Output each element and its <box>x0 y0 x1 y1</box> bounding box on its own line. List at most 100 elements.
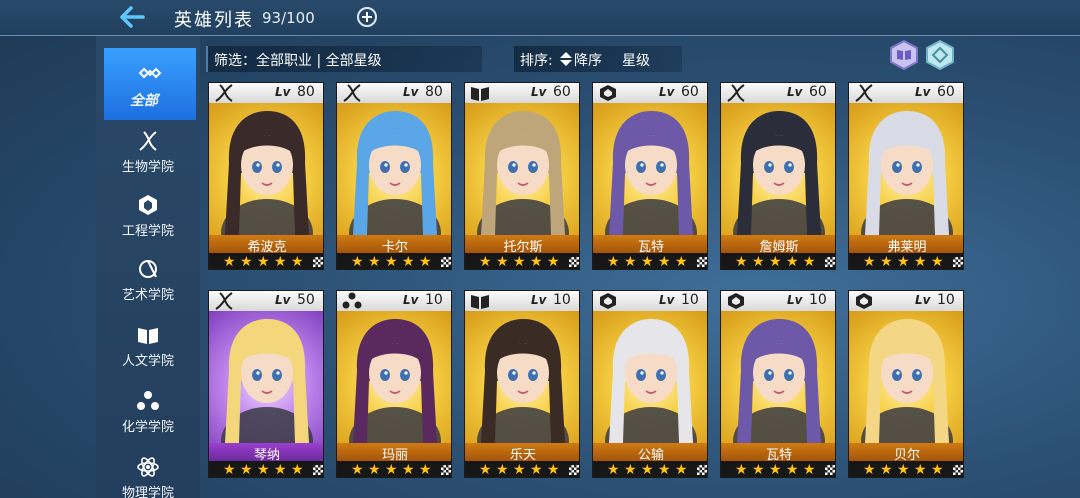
star-icon: ★ <box>479 462 492 478</box>
checker-badge-icon <box>953 465 963 475</box>
star-icon: ★ <box>607 462 620 478</box>
level-prefix: Lv <box>275 293 291 307</box>
star-icon: ★ <box>274 254 287 270</box>
hero-level: 60 <box>937 84 955 100</box>
star-rating: ★ ★ ★ ★ ★ <box>465 253 579 270</box>
hero-name-bar: 瓦特 <box>721 443 835 463</box>
hero-card[interactable]: Lv 60 瓦特 ★ ★ ★ ★ ★ <box>592 82 708 270</box>
sort-control[interactable]: 排序: 降序 星级 <box>514 46 682 72</box>
hero-card[interactable]: Lv 80 希波克 ★ ★ ★ ★ ★ <box>208 82 324 270</box>
dna-icon <box>139 131 157 151</box>
star-icon: ★ <box>402 462 415 478</box>
card-header: Lv 60 <box>849 83 963 103</box>
checker-badge-icon <box>697 257 707 267</box>
level-prefix: Lv <box>787 85 803 99</box>
handbook-icon[interactable] <box>890 40 918 70</box>
gear-cluster-icon <box>728 293 744 309</box>
star-icon: ★ <box>274 462 287 478</box>
dna-icon <box>215 84 233 102</box>
star-icon: ★ <box>257 254 270 270</box>
sidebar-item-all[interactable]: 全部 <box>104 48 196 120</box>
star-icon: ★ <box>419 462 432 478</box>
star-icon: ★ <box>240 462 253 478</box>
hero-card[interactable]: Lv 10 贝尔 ★ ★ ★ ★ ★ <box>848 290 964 478</box>
star-icon: ★ <box>240 254 253 270</box>
checker-badge-icon <box>825 257 835 267</box>
settings-hex-icon[interactable] <box>926 40 954 70</box>
hero-count: 93/100 <box>262 9 315 27</box>
star-icon: ★ <box>863 462 876 478</box>
sidebar-item-physics[interactable]: 物理学院 <box>96 446 200 498</box>
star-icon: ★ <box>931 254 944 270</box>
star-icon: ★ <box>735 462 748 478</box>
hero-card[interactable]: Lv 80 卡尔 ★ ★ ★ ★ ★ <box>336 82 452 270</box>
star-icon: ★ <box>880 254 893 270</box>
star-icon: ★ <box>786 254 799 270</box>
sidebar-item-humanities[interactable]: 人文学院 <box>96 314 200 378</box>
hero-card[interactable]: Lv 50 琴纳 ★ ★ ★ ★ ★ <box>208 290 324 478</box>
molecule-icon <box>137 391 159 410</box>
hero-name-bar: 乐天 <box>465 443 579 463</box>
gear-cluster-icon <box>856 293 872 309</box>
star-rating: ★ ★ ★ ★ ★ <box>337 461 451 478</box>
sidebar-item-label: 人文学院 <box>121 354 174 369</box>
hero-portrait <box>849 311 963 443</box>
hero-card[interactable]: Lv 60 詹姆斯 ★ ★ ★ ★ ★ <box>720 82 836 270</box>
sidebar-item-engineering[interactable]: 工程学院 <box>96 184 200 248</box>
star-icon: ★ <box>658 462 671 478</box>
star-icon: ★ <box>863 254 876 270</box>
hero-level: 10 <box>425 292 443 308</box>
sidebar-item-chemistry[interactable]: 化学学院 <box>96 380 200 444</box>
star-icon: ★ <box>803 462 816 478</box>
star-icon: ★ <box>880 462 893 478</box>
star-icon: ★ <box>530 462 543 478</box>
checker-badge-icon <box>313 465 323 475</box>
dna-icon <box>343 84 361 102</box>
sidebar-item-biology[interactable]: 生物学院 <box>96 120 200 184</box>
star-icon: ★ <box>291 462 304 478</box>
back-arrow-icon[interactable] <box>118 4 146 30</box>
hero-card[interactable]: Lv 10 乐天 ★ ★ ★ ★ ★ <box>464 290 580 478</box>
card-header: Lv 60 <box>465 83 579 103</box>
level-prefix: Lv <box>403 293 419 307</box>
hero-name-bar: 希波克 <box>209 235 323 255</box>
card-header: Lv 80 <box>209 83 323 103</box>
sort-label: 排序: <box>520 53 553 69</box>
level-prefix: Lv <box>915 85 931 99</box>
hero-level: 10 <box>553 292 571 308</box>
hero-portrait <box>209 311 323 443</box>
star-icon: ★ <box>351 462 364 478</box>
star-icon: ★ <box>803 254 816 270</box>
infinity-icon <box>138 67 162 79</box>
star-rating: ★ ★ ★ ★ ★ <box>849 253 963 270</box>
palette-icon <box>139 260 157 278</box>
dna-icon <box>727 84 745 102</box>
filter-text: 筛选：全部职业 | 全部星级 <box>214 53 382 69</box>
star-rating: ★ ★ ★ ★ ★ <box>593 253 707 270</box>
expand-capacity-button[interactable] <box>357 7 377 27</box>
star-icon: ★ <box>624 462 637 478</box>
star-icon: ★ <box>530 254 543 270</box>
star-rating: ★ ★ ★ ★ ★ <box>721 461 835 478</box>
gear-cluster-icon <box>600 293 616 309</box>
hero-card[interactable]: Lv 10 瓦特 ★ ★ ★ ★ ★ <box>720 290 836 478</box>
card-header: Lv 10 <box>721 291 835 311</box>
filter-button[interactable]: 筛选：全部职业 | 全部星级 <box>206 46 482 72</box>
hero-portrait <box>593 103 707 235</box>
sort-order[interactable]: 降序 <box>574 50 602 70</box>
star-icon: ★ <box>419 254 432 270</box>
star-icon: ★ <box>769 462 782 478</box>
hero-card[interactable]: Lv 10 玛丽 ★ ★ ★ ★ ★ <box>336 290 452 478</box>
hero-card[interactable]: Lv 60 弗莱明 ★ ★ ★ ★ ★ <box>848 82 964 270</box>
star-icon: ★ <box>223 462 236 478</box>
star-icon: ★ <box>385 462 398 478</box>
star-icon: ★ <box>658 254 671 270</box>
sidebar-item-art[interactable]: 艺术学院 <box>96 248 200 312</box>
molecule-icon <box>342 292 362 309</box>
sidebar-item-label: 工程学院 <box>121 224 174 239</box>
star-icon: ★ <box>402 254 415 270</box>
sort-by[interactable]: 星级 <box>622 50 650 70</box>
hero-card[interactable]: Lv 60 托尔斯 ★ ★ ★ ★ ★ <box>464 82 580 270</box>
star-icon: ★ <box>897 254 910 270</box>
hero-card[interactable]: Lv 10 公输 ★ ★ ★ ★ ★ <box>592 290 708 478</box>
